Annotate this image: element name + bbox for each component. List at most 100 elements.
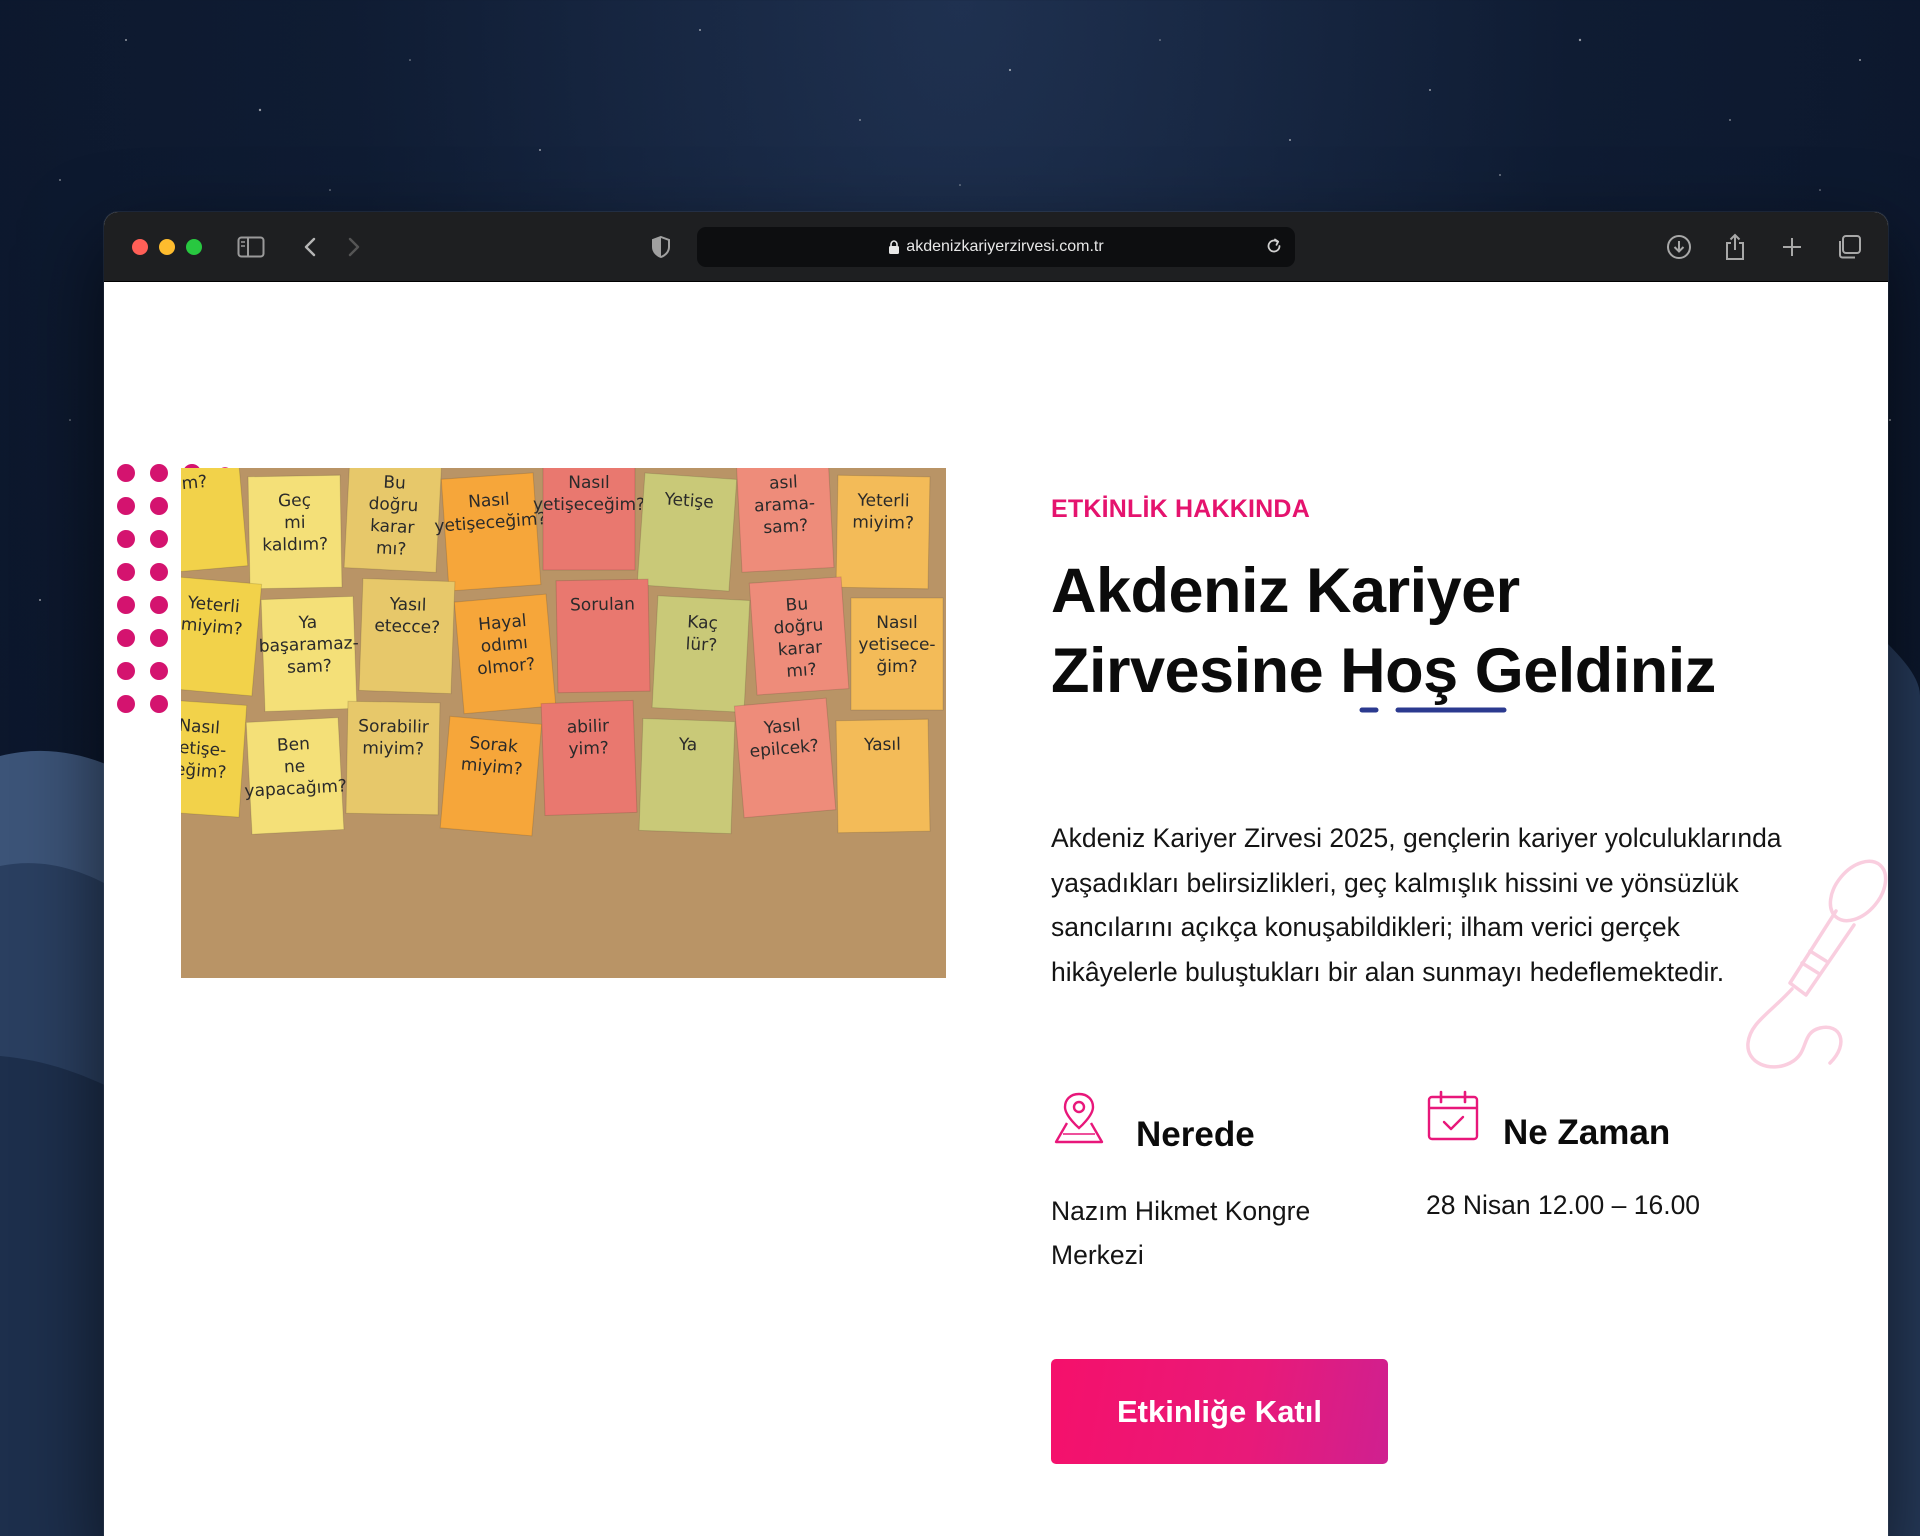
sticky-note: Benneyapacağım? bbox=[244, 717, 347, 835]
location-map-icon bbox=[1054, 1092, 1104, 1144]
title-line-2-end: Geldiniz bbox=[1457, 636, 1717, 706]
sticky-note-text: kaldım? bbox=[262, 534, 328, 555]
sticky-notes-photo: m? Geç mi kaldım? Bu doğru karar mı? Nasıl yetişe… bbox=[181, 468, 946, 978]
sticky-note-text: Nasıl bbox=[468, 490, 511, 513]
sticky-note-text: başaramaz- bbox=[258, 633, 359, 656]
maximize-window-button[interactable] bbox=[186, 239, 202, 255]
sticky-note-text: karar bbox=[370, 516, 415, 538]
sticky-note: m? bbox=[181, 468, 249, 575]
privacy-shield-icon[interactable] bbox=[646, 232, 676, 262]
sticky-note-text: Yasıl bbox=[863, 735, 901, 756]
sticky-note: Yeterlimiyim? bbox=[181, 575, 263, 697]
title-line-2-start: Zirvesine bbox=[1051, 636, 1341, 706]
tab-overview-icon[interactable] bbox=[1834, 232, 1864, 262]
sticky-note: Yasıl bbox=[835, 718, 931, 834]
sticky-note: Sorabilirmiyim? bbox=[345, 700, 441, 816]
sticky-note: Hayalodımıolmor? bbox=[453, 593, 557, 715]
sticky-note-text: asıl bbox=[769, 472, 799, 493]
microphone-icon bbox=[1746, 859, 1888, 1069]
sticky-note-text: m? bbox=[181, 472, 208, 494]
sticky-note-text: Nasıl bbox=[876, 613, 917, 633]
browser-toolbar: akdenizkariyerzirvesi.com.tr bbox=[104, 212, 1888, 282]
sticky-note-text: karar bbox=[777, 637, 823, 660]
sticky-note-text: Nasıl bbox=[181, 716, 220, 739]
sticky-note: Ya bbox=[638, 717, 736, 835]
sticky-note: abiliryim? bbox=[540, 699, 638, 817]
sticky-note: Budoğrukararmı? bbox=[343, 468, 443, 573]
sticky-note-text: ne bbox=[283, 756, 305, 777]
back-icon[interactable] bbox=[295, 232, 325, 262]
sticky-note-text: doğru bbox=[368, 494, 419, 517]
sticky-note-text: etecce? bbox=[374, 616, 440, 638]
sticky-note-text: Bu bbox=[383, 473, 406, 494]
share-icon[interactable] bbox=[1720, 232, 1750, 262]
sticky-note: Yasıletecce? bbox=[358, 577, 456, 695]
reload-icon[interactable] bbox=[1265, 237, 1283, 260]
event-description: Akdeniz Kariyer Zirvesi 2025, gençlerin … bbox=[1051, 823, 1782, 987]
sticky-note-text: Ya bbox=[297, 613, 317, 634]
sticky-note-text: Ya bbox=[677, 735, 697, 756]
where-title: Nerede bbox=[1136, 1115, 1255, 1154]
sticky-note-text: abilir bbox=[566, 716, 609, 737]
sticky-note-text: mi bbox=[284, 513, 306, 533]
sticky-note: asılarama-sam? bbox=[735, 468, 835, 573]
sticky-note: Yabaşaramaz-sam? bbox=[258, 595, 359, 713]
sticky-note: Sorakmiyim? bbox=[439, 715, 543, 837]
title-line-1: Akdeniz Kariyer bbox=[1051, 556, 1520, 626]
sticky-note-text: sam? bbox=[763, 516, 809, 538]
sticky-note-text: Yasıl bbox=[762, 715, 801, 738]
new-tab-icon[interactable] bbox=[1777, 232, 1807, 262]
calendar-icon bbox=[1427, 1090, 1479, 1141]
sticky-note-text: Hayal bbox=[477, 611, 527, 635]
sticky-note: Budoğrukararmı? bbox=[748, 576, 850, 696]
sidebar-toggle-icon[interactable] bbox=[236, 232, 266, 262]
sticky-note-text: mı? bbox=[375, 538, 406, 560]
sticky-note: Yetişe bbox=[636, 472, 738, 592]
sticky-note-text: Sorulan bbox=[570, 594, 635, 615]
sticky-note: Nasılyetişeceğim? bbox=[434, 472, 547, 592]
sticky-note-text: Kaç bbox=[687, 612, 719, 634]
sticky-note-text: Yasıl bbox=[388, 594, 426, 615]
title-underline-decoration bbox=[1359, 707, 1507, 713]
minimize-window-button[interactable] bbox=[159, 239, 175, 255]
sticky-note-text: Ben bbox=[276, 734, 310, 756]
section-eyebrow: ETKİNLİK HAKKINDA bbox=[1051, 495, 1310, 523]
sticky-note-text: miyim? bbox=[362, 738, 424, 759]
sticky-note-text: Nasıl bbox=[568, 473, 609, 493]
url-text: akdenizkariyerzirvesi.com.tr bbox=[906, 238, 1104, 255]
sticky-note-text: ğim? bbox=[876, 657, 917, 677]
download-icon[interactable] bbox=[1664, 232, 1694, 262]
sticky-note: Nasılyetişe-ceğim? bbox=[181, 698, 248, 818]
close-window-button[interactable] bbox=[132, 239, 148, 255]
sticky-note-text: yim? bbox=[568, 738, 609, 759]
sticky-note-text: Sorak bbox=[469, 733, 519, 757]
sticky-note: Sorulan bbox=[555, 578, 651, 694]
sticky-note-text: yetişe- bbox=[181, 737, 227, 761]
where-text: Nazım Hikmet Kongre Merkezi bbox=[1051, 1196, 1311, 1270]
sticky-note: Geçmikaldım? bbox=[247, 474, 343, 590]
sticky-note-text: yetisece- bbox=[858, 635, 935, 655]
sticky-note: Nasılyetisece-ğim? bbox=[850, 597, 944, 711]
sticky-note-text: yetişeceğim? bbox=[533, 495, 645, 515]
sticky-note: Kaçlür? bbox=[651, 595, 751, 713]
title-highlight: Hoş bbox=[1340, 636, 1458, 706]
page-content: m? Geç mi kaldım? Bu doğru karar mı? Nasıl yetişe… bbox=[104, 283, 1888, 1536]
address-bar[interactable]: akdenizkariyerzirvesi.com.tr bbox=[697, 227, 1295, 267]
when-text: 28 Nisan 12.00 – 16.00 bbox=[1426, 1190, 1701, 1220]
sticky-note-text: sam? bbox=[287, 656, 333, 678]
lock-icon bbox=[888, 239, 900, 255]
sticky-note-text: Geç bbox=[278, 491, 311, 512]
page-title: Akdeniz Kariyer Zirvesine Hoş Geldiniz bbox=[1051, 551, 1811, 711]
join-event-button[interactable]: Etkinliğe Katıl bbox=[1051, 1359, 1388, 1464]
forward-icon[interactable] bbox=[339, 232, 369, 262]
sticky-note-text: ceğim? bbox=[181, 759, 227, 783]
sticky-note-text: Yeterli bbox=[856, 491, 909, 512]
sticky-note-text: miyim? bbox=[852, 512, 914, 533]
sticky-note-text: mı? bbox=[786, 660, 818, 682]
browser-window: akdenizkariyerzirvesi.com.tr m? Geç mi k… bbox=[104, 212, 1888, 1536]
sticky-note: Yeterlimiyim? bbox=[835, 474, 931, 590]
sticky-note-text: Yetişe bbox=[663, 489, 715, 512]
sticky-note: Nasılyetişeceğim? bbox=[533, 468, 645, 571]
sticky-note-text: Bu bbox=[785, 594, 809, 616]
sticky-note: Yasılepilcek? bbox=[733, 697, 837, 819]
